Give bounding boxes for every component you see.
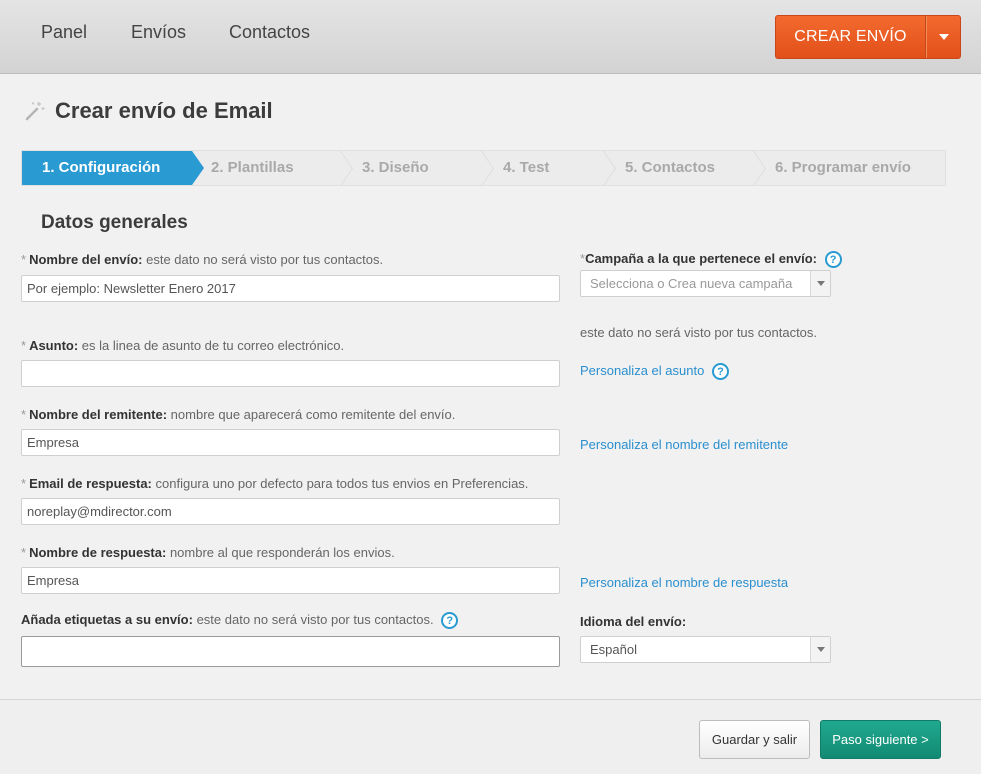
step-contactos[interactable]: 5. Contactos — [625, 151, 715, 185]
page-header: Crear envío de Email — [24, 98, 273, 124]
idioma-label-text: Idioma del envío: — [580, 614, 687, 629]
magic-wand-icon — [25, 102, 45, 121]
wizard-steps: 1. Configuración 2. Plantillas 3. Diseño… — [21, 150, 946, 186]
required-marker: * — [21, 545, 27, 560]
personaliza-asunto-text: Personaliza el asunto — [580, 363, 705, 378]
nombre-respuesta-input[interactable] — [21, 567, 560, 594]
campana-select[interactable]: Selecciona o Crea nueva campaña — [580, 270, 831, 297]
nombre-envio-hint: este dato no será visto por tus contacto… — [146, 252, 384, 267]
nombre-remitente-label: * Nombre del remitente: nombre que aparec… — [21, 407, 455, 422]
email-respuesta-label-text: Email de respuesta: — [29, 476, 152, 491]
idioma-select-value: Español — [590, 642, 637, 657]
nav-panel[interactable]: Panel — [41, 22, 87, 43]
email-respuesta-label: * Email de respuesta: configura uno por d… — [21, 476, 528, 491]
campana-label: *Campaña a la que pertenece el envío: ? — [580, 251, 842, 269]
nombre-envio-label: * Nombre del envío: este dato no será vis… — [21, 252, 383, 267]
nombre-respuesta-label-text: Nombre de respuesta: — [29, 545, 167, 560]
step-configuracion[interactable]: 1. Configuración — [22, 151, 204, 185]
select-arrow — [810, 271, 830, 296]
campana-select-placeholder: Selecciona o Crea nueva campaña — [590, 276, 793, 291]
top-navigation-bar: Panel Envíos Contactos CREAR ENVÍO — [0, 0, 981, 74]
step-separator — [340, 151, 354, 185]
nombre-remitente-hint: nombre que aparecerá como remitente del … — [170, 407, 456, 422]
asunto-label-text: Asunto: — [29, 338, 79, 353]
email-respuesta-hint: configura uno por defecto para todos tus… — [155, 476, 529, 491]
next-step-button[interactable]: Paso siguiente > — [820, 720, 941, 759]
chevron-down-icon — [816, 281, 825, 286]
asunto-label: * Asunto: es la linea de asunto de tu cor… — [21, 338, 344, 353]
create-send-button[interactable]: CREAR ENVÍO — [776, 16, 926, 58]
nombre-envio-input[interactable] — [21, 275, 560, 302]
create-send-dropdown-toggle[interactable] — [926, 16, 960, 58]
section-title: Datos generales — [41, 212, 188, 233]
personaliza-asunto-link[interactable]: Personaliza el asunto ? — [580, 363, 729, 381]
etiquetas-hint: este dato no será visto por tus contacto… — [196, 612, 434, 627]
nombre-remitente-input[interactable] — [21, 429, 560, 456]
asunto-hint: es la linea de asunto de tu correo elect… — [81, 338, 345, 353]
select-arrow — [810, 637, 830, 662]
nombre-envio-label-text: Nombre del envío: — [29, 252, 143, 267]
idioma-select[interactable]: Español — [580, 636, 831, 663]
nombre-respuesta-hint: nombre al que responderán los envios. — [169, 545, 395, 560]
nombre-respuesta-label: * Nombre de respuesta: nombre al que resp… — [21, 545, 395, 560]
chevron-down-icon — [816, 647, 825, 652]
asunto-help-icon[interactable]: ? — [711, 363, 729, 381]
create-send-split-button: CREAR ENVÍO — [775, 15, 961, 59]
step-test[interactable]: 4. Test — [503, 151, 549, 185]
campana-note: este dato no será visto por tus contacto… — [580, 325, 818, 340]
caret-down-icon — [938, 34, 949, 40]
etiquetas-input[interactable] — [21, 636, 560, 667]
step-programar-envio[interactable]: 6. Programar envío — [775, 151, 911, 185]
step-separator — [753, 151, 767, 185]
step-separator — [603, 151, 617, 185]
etiquetas-label-text: Añada etiquetas a su envío: — [21, 612, 193, 627]
etiquetas-label: Añada etiquetas a su envío: este dato no… — [21, 612, 459, 630]
asunto-input[interactable] — [21, 360, 560, 387]
campana-label-text: Campaña a la que pertenece el envío: — [585, 251, 817, 266]
campana-help-icon[interactable]: ? — [824, 251, 842, 269]
required-marker: * — [21, 476, 27, 491]
page-title: Crear envío de Email — [55, 98, 273, 123]
email-respuesta-input[interactable] — [21, 498, 560, 525]
required-marker: * — [21, 338, 27, 353]
nombre-remitente-label-text: Nombre del remitente: — [29, 407, 168, 422]
idioma-label: Idioma del envío: — [580, 614, 686, 629]
etiquetas-help-icon[interactable]: ? — [441, 612, 459, 630]
step-diseno[interactable]: 3. Diseño — [362, 151, 429, 185]
nav-contactos[interactable]: Contactos — [229, 22, 310, 43]
personaliza-remitente-link[interactable]: Personaliza el nombre del remitente — [580, 437, 788, 452]
step-plantillas[interactable]: 2. Plantillas — [211, 151, 294, 185]
required-marker: * — [21, 252, 27, 267]
step-separator — [481, 151, 495, 185]
nav-envios[interactable]: Envíos — [131, 22, 186, 43]
required-marker: * — [21, 407, 27, 422]
personaliza-respuesta-link[interactable]: Personaliza el nombre de respuesta — [580, 575, 788, 590]
save-and-exit-button[interactable]: Guardar y salir — [699, 720, 810, 759]
